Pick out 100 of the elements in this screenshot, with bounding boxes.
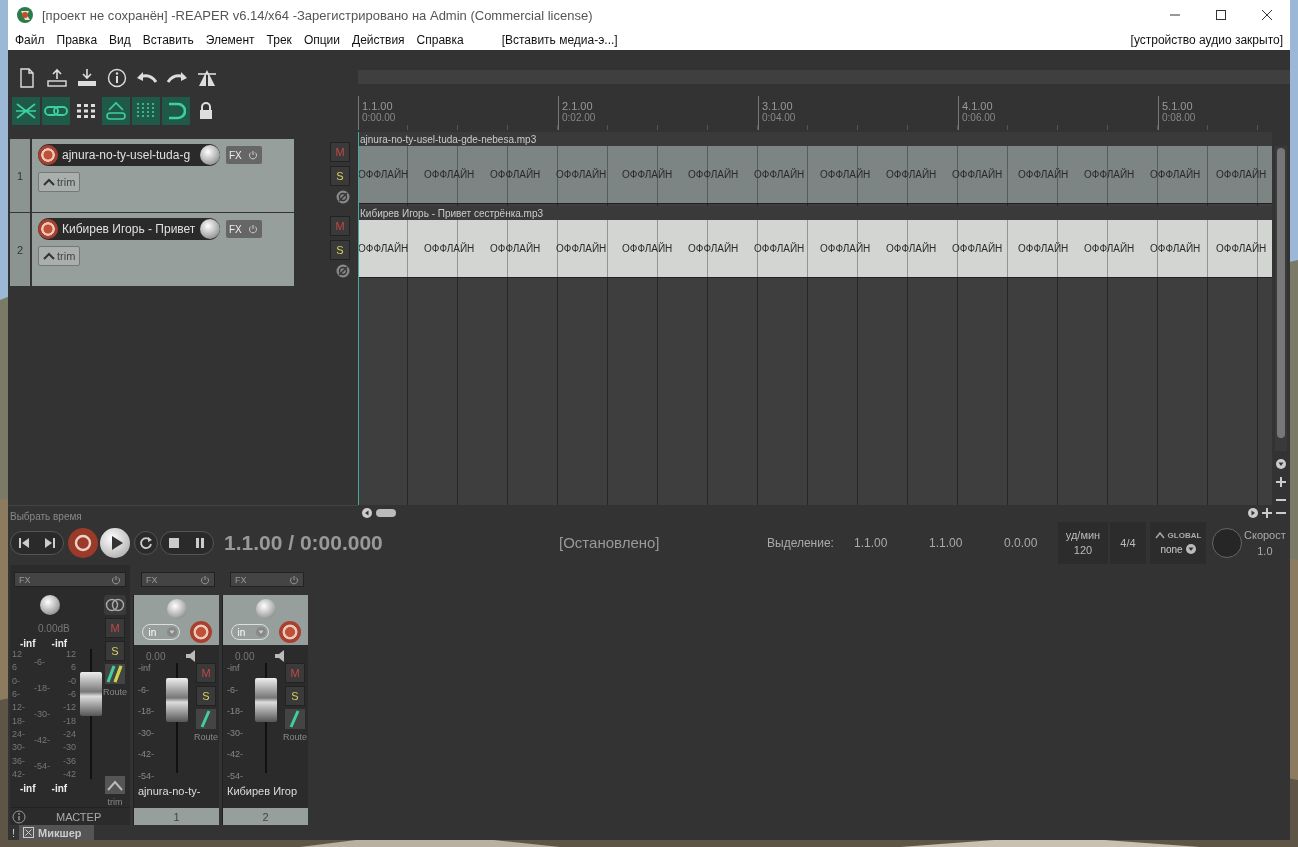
zoom-in-icon[interactable]: [1262, 507, 1272, 518]
trim-button[interactable]: trim: [38, 246, 81, 266]
selection-value[interactable]: 0.0.00: [1004, 535, 1056, 550]
window-title: [проект не сохранён] -REAPER v6.14/x64 -Зарегистрировано на Admin (Commercial license): [42, 7, 593, 23]
offline-label: ОФФЛАЙН: [886, 169, 937, 180]
record-arm-button[interactable]: [38, 145, 58, 165]
route-icon[interactable]: [196, 709, 216, 729]
toolbar-toggle[interactable]: [12, 97, 40, 125]
fader-thumb[interactable]: [255, 677, 277, 722]
volume-knob[interactable]: [200, 145, 220, 165]
toolbar-toggle[interactable]: [162, 97, 190, 125]
info-icon[interactable]: [12, 809, 26, 824]
close-icon[interactable]: [23, 827, 35, 838]
meter-scale-label: -18-: [34, 683, 51, 693]
automation-box[interactable]: GLOBAL none: [1150, 521, 1206, 564]
ruler-bar-label: 4.1.00: [962, 99, 994, 112]
fader-thumb[interactable]: [80, 672, 102, 717]
horizontal-scrollbar-thumb[interactable]: [376, 508, 396, 517]
menu-item[interactable]: Вставить: [135, 33, 199, 47]
menu-item[interactable]: Правка: [49, 33, 103, 47]
menu-item[interactable]: Элемент: [198, 33, 260, 47]
stereo-icon[interactable]: [104, 595, 126, 615]
offline-label: ОФФЛАЙН: [1084, 243, 1135, 254]
menu-hint[interactable]: [Вставить медиа-э...]: [494, 33, 623, 47]
meter-scale-label: -54-: [138, 770, 155, 781]
media-item[interactable]: ОФФЛАЙН ОФФЛАЙН ОФФЛАЙН ОФФЛАЙН ОФФЛАЙН ОФФЛАЙН ОФФЛАЙН ОФФЛАЙН ОФФЛАЙН ОФФЛАЙН ОФФЛАЙН ОФФЛАЙН ОФФЛАЙН ОФФЛАЙН: [358, 146, 1272, 204]
media-item-name: ajnura-no-ty-usel-tuda-gde-nebesa.mp3: [359, 133, 537, 145]
offline-label: ОФФЛАЙН: [1018, 169, 1069, 180]
scrollbar-thumb[interactable]: [1277, 148, 1285, 438]
repeat-icon: [139, 535, 153, 550]
meter-scale-label: -42-: [227, 749, 244, 760]
route-icon[interactable]: [285, 709, 305, 729]
media-item-header[interactable]: ajnura-no-ty-usel-tuda-gde-nebesa.mp3: [358, 132, 1272, 146]
track-name[interactable]: Кибирев Игорь - Привет: [62, 222, 200, 236]
route-icon[interactable]: [105, 664, 125, 684]
record-arm-button[interactable]: [38, 219, 58, 239]
dock-tab[interactable]: Микшер: [19, 825, 94, 840]
channel-number: 1: [173, 810, 180, 823]
selection-value[interactable]: 1.1.00: [854, 535, 929, 550]
offline-label: ОФФЛАЙН: [688, 243, 739, 254]
solo-button[interactable]: S: [330, 240, 350, 260]
meter-scale-label: -24: [63, 728, 76, 739]
repeat-button[interactable]: [134, 530, 158, 555]
menu-item[interactable]: Файл: [8, 33, 50, 47]
zoom-in-icon[interactable]: [1276, 477, 1286, 487]
toolbar-toggle[interactable]: [102, 97, 130, 125]
offline-label: ОФФЛАЙН: [490, 243, 541, 254]
power-icon: [247, 224, 258, 234]
route-label: Route: [194, 732, 219, 742]
track-header[interactable]: Кибирев Игорь - Привет FX trim: [32, 213, 294, 286]
time-signature[interactable]: 4/4: [1110, 521, 1146, 564]
media-item-header[interactable]: Кибирев Игорь - Привет сестрёнка.mp3: [358, 206, 1272, 220]
phase-invert-icon[interactable]: [336, 264, 350, 278]
scroll-right-icon[interactable]: [1248, 507, 1258, 518]
menu-item[interactable]: Вид: [102, 33, 136, 47]
fx-button[interactable]: FX: [226, 146, 262, 164]
offline-label: ОФФЛАЙН: [952, 169, 1003, 180]
menu-item[interactable]: Справка: [409, 33, 469, 47]
fx-button[interactable]: FX: [226, 220, 262, 238]
solo-button[interactable]: S: [196, 686, 216, 706]
toolbar-toggle[interactable]: [42, 97, 70, 125]
document-icon: [18, 68, 36, 88]
trim-button[interactable]: trim: [38, 172, 81, 192]
solo-button[interactable]: S: [330, 166, 350, 186]
track-header[interactable]: ajnura-no-ty-usel-tuda-g FX trim: [32, 139, 294, 212]
tempo-label: уд/мин: [1065, 529, 1101, 541]
fx-button[interactable]: FX: [14, 572, 126, 587]
undo-icon: [135, 70, 159, 86]
selection-value[interactable]: 1.1.00: [929, 535, 1004, 550]
vertical-scrollbar[interactable]: [1275, 146, 1287, 451]
solo-button[interactable]: S: [105, 641, 125, 661]
power-icon: [200, 574, 210, 585]
scroll-left-icon[interactable]: [362, 507, 372, 518]
dock-pin[interactable]: !: [12, 826, 16, 839]
open-project-button[interactable]: [44, 66, 70, 90]
record-arm-button[interactable]: [278, 621, 301, 643]
media-item[interactable]: ОФФЛАЙН ОФФЛАЙН ОФФЛАЙН ОФФЛАЙН ОФФЛАЙН ОФФЛАЙН ОФФЛАЙН ОФФЛАЙН ОФФЛАЙН ОФФЛАЙН ОФФЛАЙН ОФФЛАЙН ОФФЛАЙН ОФФЛАЙН: [358, 220, 1272, 278]
crossing-lines-icon: [15, 101, 37, 121]
toolbar-toggle[interactable]: [132, 97, 160, 125]
record-button[interactable]: [68, 527, 98, 558]
track-name[interactable]: ajnura-no-ty-usel-tuda-g: [62, 148, 200, 162]
fx-button[interactable]: FX: [141, 572, 215, 587]
meter-scale-label: 12: [12, 649, 23, 659]
menu-item[interactable]: Трек: [259, 33, 297, 47]
solo-button[interactable]: S: [285, 686, 305, 706]
menu-item[interactable]: Опции: [296, 33, 345, 47]
scroll-down-icon[interactable]: [1276, 459, 1286, 469]
trim-icon[interactable]: [105, 776, 125, 794]
record-arm-button[interactable]: [189, 621, 212, 643]
offline-label: ОФФЛАЙН: [424, 243, 475, 254]
tempo-box[interactable]: уд/мин 120: [1058, 521, 1108, 564]
fx-button[interactable]: FX: [230, 572, 304, 587]
volume-readout: 0.00: [235, 650, 255, 662]
volume-knob[interactable]: [200, 219, 220, 239]
pan-knob[interactable]: [40, 595, 60, 615]
fader-thumb[interactable]: [166, 677, 188, 722]
trim-label: trim: [107, 797, 123, 807]
phase-invert-icon[interactable]: [336, 190, 350, 204]
play-button[interactable]: [100, 527, 130, 558]
menu-item[interactable]: Действия: [345, 33, 410, 47]
